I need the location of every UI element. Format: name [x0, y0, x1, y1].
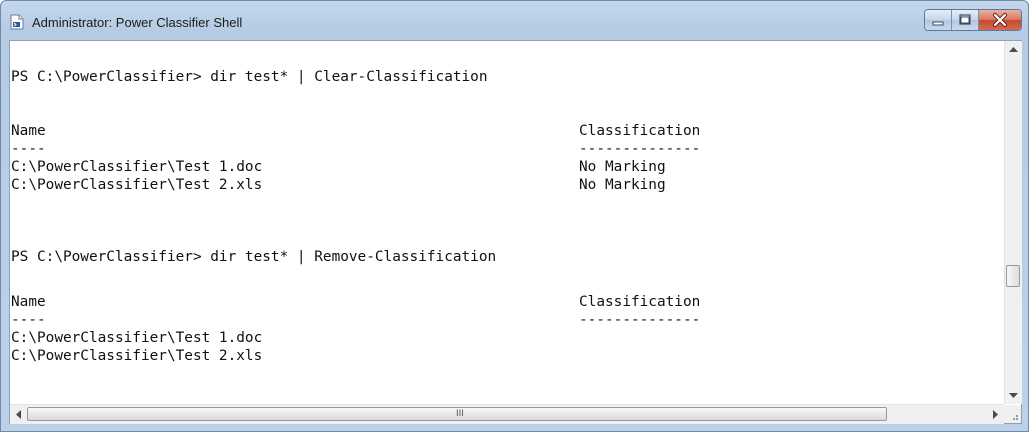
title-bar[interactable]: Administrator: Power Classifier Shell — [1, 1, 1028, 39]
maximize-icon — [959, 14, 971, 25]
scroll-up-button[interactable] — [1005, 41, 1022, 58]
column-header-classification: Classification — [579, 294, 701, 310]
scroll-down-button[interactable] — [1005, 387, 1022, 404]
vertical-scrollbar[interactable] — [1004, 41, 1022, 404]
arrow-right-icon — [993, 410, 998, 419]
console-output[interactable]: PS C:\PowerClassifier> dir test* | Clear… — [10, 41, 1003, 404]
caption-buttons — [924, 9, 1022, 31]
horizontal-scroll-thumb[interactable]: III — [27, 407, 887, 421]
result-row-name: C:\PowerClassifier\Test 1.doc — [11, 330, 263, 346]
command-prompt-line: PS C:\PowerClassifier> dir test* | Clear… — [11, 69, 488, 85]
minimize-button[interactable] — [925, 10, 952, 30]
command-prompt-line: PS C:\PowerClassifier> dir test* | Remov… — [11, 249, 497, 265]
result-row-classification: No Marking — [579, 177, 666, 193]
column-header-classification: Classification — [579, 123, 701, 139]
resize-grip[interactable] — [1004, 405, 1021, 423]
result-row-name: C:\PowerClassifier\Test 1.doc — [11, 159, 263, 175]
vertical-scroll-thumb[interactable] — [1006, 265, 1020, 287]
column-separator-name: ---- — [11, 141, 46, 157]
arrow-up-icon — [1009, 47, 1018, 52]
arrow-left-icon — [16, 410, 21, 419]
column-separator-classification: -------------- — [579, 312, 701, 328]
maximize-button[interactable] — [952, 10, 979, 30]
powershell-window-icon[interactable] — [10, 14, 24, 30]
window-title: Administrator: Power Classifier Shell — [32, 15, 243, 30]
scroll-right-button[interactable] — [987, 405, 1004, 424]
arrow-down-icon — [1009, 393, 1018, 398]
close-button[interactable] — [979, 10, 1021, 30]
console-client-area: PS C:\PowerClassifier> dir test* | Clear… — [9, 40, 1022, 424]
result-row-classification: No Marking — [579, 159, 666, 175]
scroll-left-button[interactable] — [10, 405, 27, 424]
scroll-thumb-grip: III — [456, 409, 464, 419]
column-header-name: Name — [11, 294, 46, 310]
horizontal-scrollbar[interactable]: III — [10, 404, 1004, 424]
close-icon — [993, 13, 1007, 27]
resize-grip-icon — [1013, 415, 1018, 420]
column-separator-name: ---- — [11, 312, 46, 328]
column-header-name: Name — [11, 123, 46, 139]
console-window: Administrator: Power Classifier Shell PS… — [0, 0, 1029, 432]
column-separator-classification: -------------- — [579, 141, 701, 157]
result-row-name: C:\PowerClassifier\Test 2.xls — [11, 177, 263, 193]
result-row-name: C:\PowerClassifier\Test 2.xls — [11, 348, 263, 364]
minimize-icon — [932, 21, 944, 26]
